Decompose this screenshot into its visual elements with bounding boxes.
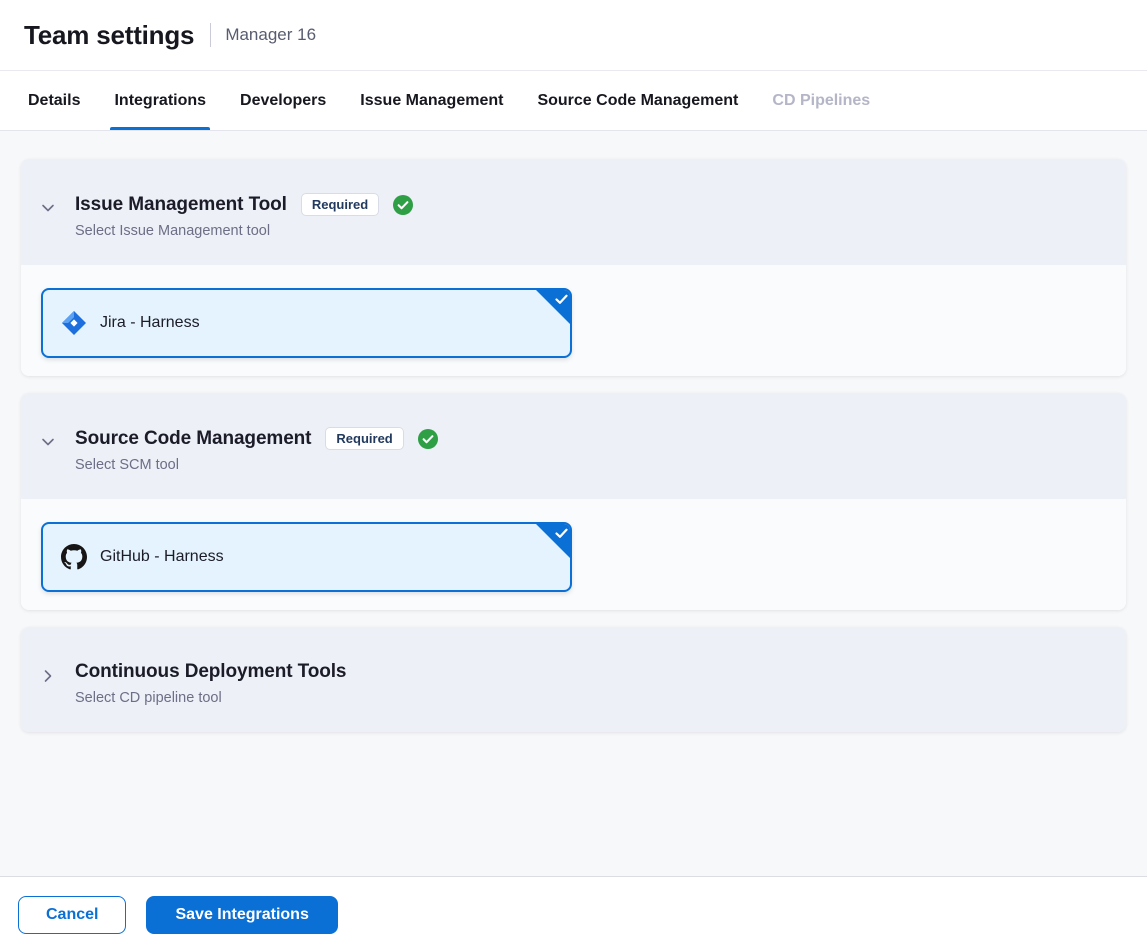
save-integrations-button[interactable]: Save Integrations	[146, 896, 337, 934]
team-settings-page: Team settings Manager 16 Details Integra…	[0, 0, 1147, 952]
section-scm-header[interactable]: Source Code Management Required Select S…	[21, 393, 1126, 499]
section-title: Source Code Management	[75, 428, 311, 450]
section-cd-header[interactable]: Continuous Deployment Tools Select CD pi…	[21, 627, 1126, 732]
section-scm-body: GitHub - Harness	[21, 499, 1126, 610]
integrations-content: Issue Management Tool Required Select Is…	[0, 131, 1147, 876]
section-subtitle: Select Issue Management tool	[75, 223, 413, 239]
section-continuous-deployment-tools: Continuous Deployment Tools Select CD pi…	[21, 627, 1126, 732]
github-icon	[61, 544, 87, 570]
chevron-right-icon[interactable]	[40, 668, 56, 684]
tab-issue-management[interactable]: Issue Management	[360, 71, 503, 130]
tool-card-github-harness[interactable]: GitHub - Harness	[41, 522, 572, 592]
check-circle-icon	[393, 195, 413, 215]
selected-check-badge	[536, 290, 570, 324]
section-subtitle: Select SCM tool	[75, 457, 438, 473]
tab-source-code-management[interactable]: Source Code Management	[537, 71, 738, 130]
tool-card-label: GitHub - Harness	[100, 548, 224, 566]
page-title: Team settings	[24, 20, 194, 51]
section-issue-management-tool: Issue Management Tool Required Select Is…	[21, 159, 1126, 376]
required-badge: Required	[325, 427, 403, 450]
required-badge: Required	[301, 193, 379, 216]
section-issue-management-body: Jira - Harness	[21, 265, 1126, 376]
section-title: Issue Management Tool	[75, 194, 287, 216]
tab-integrations[interactable]: Integrations	[114, 71, 206, 130]
section-subtitle: Select CD pipeline tool	[75, 690, 346, 706]
tab-developers[interactable]: Developers	[240, 71, 326, 130]
cancel-button[interactable]: Cancel	[18, 896, 126, 934]
section-title: Continuous Deployment Tools	[75, 661, 346, 683]
chevron-down-icon[interactable]	[40, 434, 56, 450]
section-source-code-management: Source Code Management Required Select S…	[21, 393, 1126, 610]
tool-card-jira-harness[interactable]: Jira - Harness	[41, 288, 572, 358]
chevron-down-icon[interactable]	[40, 200, 56, 216]
title-divider	[210, 23, 211, 47]
jira-icon	[61, 310, 87, 336]
tab-cd-pipelines: CD Pipelines	[772, 71, 870, 130]
selected-check-badge	[536, 524, 570, 558]
page-header: Team settings Manager 16	[0, 0, 1147, 71]
section-issue-management-header[interactable]: Issue Management Tool Required Select Is…	[21, 159, 1126, 265]
tool-card-label: Jira - Harness	[100, 314, 200, 332]
check-circle-icon	[418, 429, 438, 449]
tab-bar: Details Integrations Developers Issue Ma…	[0, 71, 1147, 131]
footer-action-bar: Cancel Save Integrations	[0, 876, 1147, 952]
tab-details[interactable]: Details	[28, 71, 80, 130]
team-name-label: Manager 16	[225, 25, 316, 45]
